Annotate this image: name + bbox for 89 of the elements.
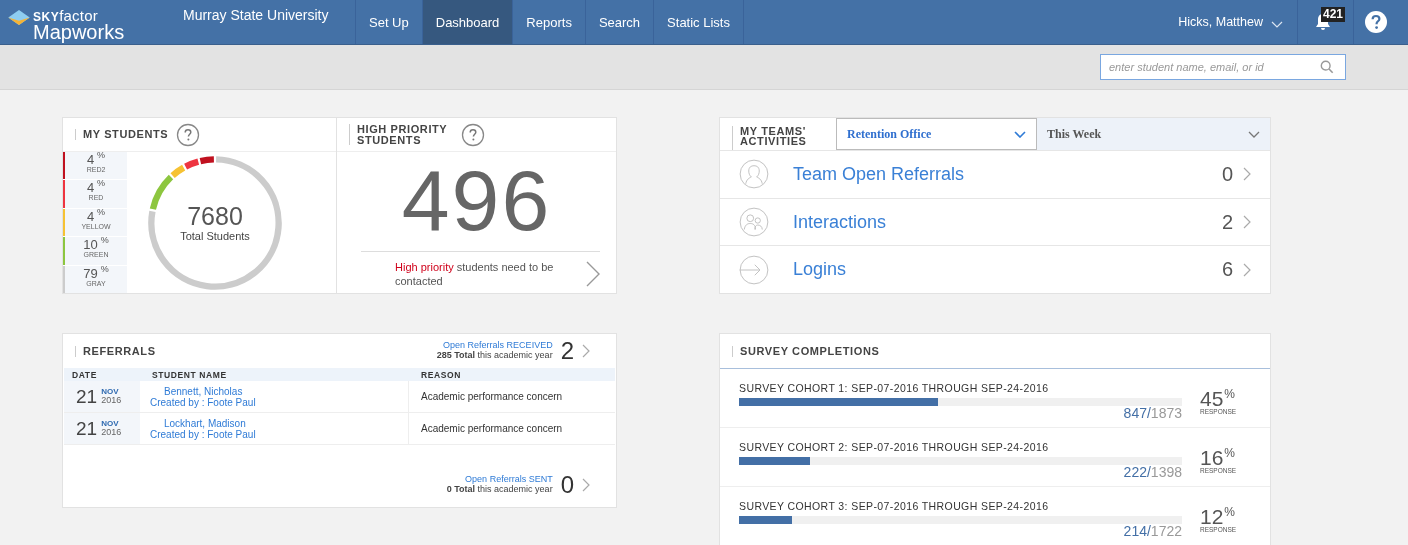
percent-sign: % <box>1224 388 1236 400</box>
cohort-title: SURVEY COHORT 3: SEP-07-2016 THROUGH SEP-24-2016 <box>739 500 1050 512</box>
chevron-icon[interactable] <box>586 261 600 288</box>
priority-message: High priority students need to be contacted <box>395 260 555 289</box>
total-text: 285 Total this academic year <box>436 351 553 361</box>
creator-link[interactable]: Created by : Foote Paul <box>150 396 256 408</box>
card-title: MY STUDENTS <box>75 129 169 140</box>
percent-sign: % <box>97 180 106 189</box>
cohort-title: SURVEY COHORT 1: SEP-07-2016 THROUGH SEP-24-2016 <box>739 382 1050 394</box>
received-link[interactable]: Open Referrals RECEIVED <box>443 341 553 351</box>
percent-value: 4 <box>86 153 95 166</box>
caret-icon[interactable] <box>1014 130 1026 138</box>
activity-count: 2 <box>1221 210 1233 234</box>
table-cell: Academic performance concern <box>421 391 563 402</box>
card-title: REFERRALS <box>75 345 156 357</box>
response-percent: 45 <box>1200 388 1224 409</box>
total-count: 1722 <box>1150 523 1182 539</box>
priority-count: 496 <box>401 157 552 243</box>
date-month: NOV <box>101 420 120 428</box>
date-day: 21 <box>76 385 98 408</box>
percent-sign: % <box>97 208 106 217</box>
nav-tab[interactable]: Reports <box>513 0 586 44</box>
nav-tab[interactable]: Set Up <box>356 0 423 44</box>
activity-count: 6 <box>1221 258 1233 282</box>
institution-name: Murray State University <box>183 6 330 25</box>
completed-count: 214/ <box>1123 523 1151 539</box>
logo-text: SKYfactor <box>33 9 99 23</box>
student-link[interactable]: Lockhart, Madison <box>164 417 246 429</box>
date-year: 2016 <box>101 428 122 437</box>
date-month: NOV <box>101 388 120 396</box>
total-text: 0 Total this academic year <box>446 485 553 495</box>
search-icon[interactable] <box>1320 60 1334 74</box>
percent-sign: % <box>1224 506 1236 518</box>
chevron-icon[interactable] <box>1243 262 1251 277</box>
logo-icon <box>8 10 30 25</box>
creator-link[interactable]: Created by : Foote Paul <box>150 428 256 440</box>
activity-link[interactable]: Interactions <box>793 211 887 233</box>
table-cell: Academic performance concern <box>421 423 563 434</box>
total-count: 1398 <box>1150 464 1182 480</box>
search-field[interactable]: enter student name, email, or id <box>1100 54 1346 80</box>
percent-value: 4 <box>86 209 95 223</box>
cohort-title: SURVEY COHORT 2: SEP-07-2016 THROUGH SEP-24-2016 <box>739 441 1050 453</box>
date-day: 21 <box>76 417 98 440</box>
percent-value: 79 <box>83 266 98 280</box>
response-percent: 16 <box>1200 447 1224 468</box>
card-title: SURVEY COMPLETIONS <box>732 345 880 357</box>
percent-value: 4 <box>86 181 95 195</box>
percent-sign: % <box>100 265 109 274</box>
sent-count: 0 <box>560 471 574 499</box>
date-year: 2016 <box>101 396 122 405</box>
completed-count: 222/ <box>1123 464 1151 480</box>
nav-tab[interactable]: Search <box>585 0 655 44</box>
logo-text: Mapworks <box>33 22 125 41</box>
column-header: STUDENT NAME <box>151 369 228 380</box>
help-icon[interactable] <box>1364 10 1388 34</box>
chevron-icon[interactable] <box>582 344 590 358</box>
percent-sign: % <box>1224 447 1236 459</box>
response-percent: 12 <box>1200 506 1224 527</box>
nav-tab[interactable]: Static Lists <box>654 0 744 44</box>
user-menu[interactable]: Hicks, Matthew <box>1178 0 1298 44</box>
chevron-icon[interactable] <box>1243 167 1251 182</box>
column-header: REASON <box>420 369 462 380</box>
nav-tab[interactable]: Dashboard <box>422 0 514 44</box>
period-dropdown[interactable]: This Week <box>1037 118 1270 150</box>
percent-sign: % <box>97 152 106 160</box>
sent-link[interactable]: Open Referrals SENT <box>465 475 553 485</box>
activity-link[interactable]: Team Open Referrals <box>793 163 965 185</box>
person-icon <box>739 159 769 190</box>
notification-badge: 421 <box>1321 7 1346 22</box>
completed-count: 847/ <box>1123 405 1151 421</box>
arrow-circle-icon <box>739 254 769 285</box>
column-header: DATE <box>71 369 98 380</box>
activity-link[interactable]: Logins <box>793 259 847 281</box>
student-link[interactable]: Bennett, Nicholas <box>164 385 243 397</box>
chevron-icon[interactable] <box>582 478 590 492</box>
total-label: Total Students <box>180 230 250 243</box>
caret-icon[interactable] <box>1248 130 1260 138</box>
percent-value: 10 <box>83 238 98 252</box>
received-count: 2 <box>560 337 574 365</box>
percent-sign: % <box>100 237 109 246</box>
activity-count: 0 <box>1221 162 1233 186</box>
total-count: 1873 <box>1150 405 1182 421</box>
team-dropdown[interactable]: Retention Office <box>836 118 1037 150</box>
chevron-icon[interactable] <box>1243 215 1251 229</box>
total-count: 7680 <box>187 202 243 231</box>
card-title: HIGH PRIORITY STUDENTS <box>349 124 453 145</box>
help-icon[interactable] <box>461 122 485 147</box>
people-icon <box>739 207 769 237</box>
help-icon[interactable] <box>176 122 201 147</box>
